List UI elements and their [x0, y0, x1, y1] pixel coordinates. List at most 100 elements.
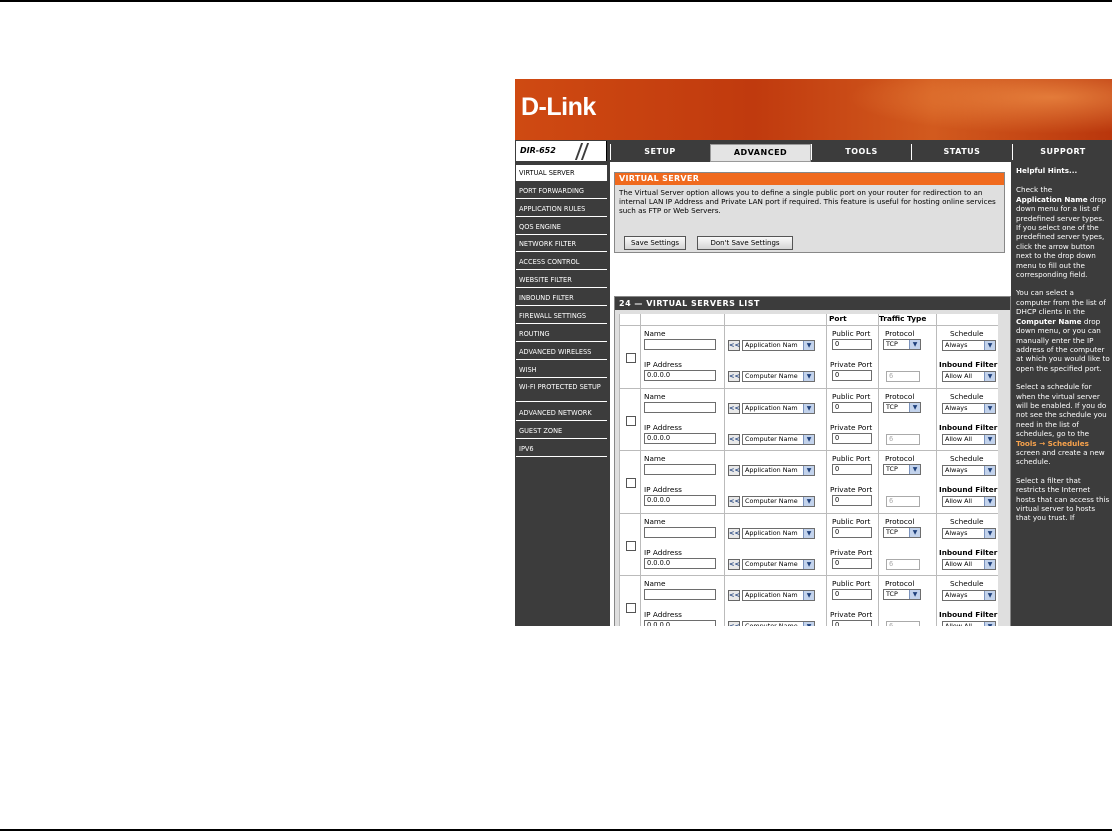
- ip-address-input[interactable]: 0.0.0.0: [644, 495, 716, 506]
- list-title: 24 — VIRTUAL SERVERS LIST: [615, 297, 1010, 310]
- sidebar-item-network-filter[interactable]: NETWORK FILTER: [516, 236, 607, 252]
- sidebar-item-application-rules[interactable]: APPLICATION RULES: [516, 201, 607, 217]
- row-enable-checkbox[interactable]: [626, 353, 636, 363]
- schedule-select[interactable]: Always ▼: [942, 340, 996, 351]
- name-label: Name: [644, 391, 666, 401]
- app-name-arrow-button[interactable]: <<: [728, 340, 740, 351]
- inbound-filter-select[interactable]: Allow All ▼: [942, 496, 996, 507]
- sidebar-item-guest-zone[interactable]: GUEST ZONE: [516, 423, 607, 439]
- name-input[interactable]: [644, 526, 716, 538]
- column-divider: [724, 314, 725, 626]
- tab-setup[interactable]: SETUP: [610, 144, 709, 160]
- computer-name-arrow-button[interactable]: <<: [728, 621, 740, 626]
- ip-address-input[interactable]: 0.0.0.0: [644, 432, 716, 444]
- private-port-input[interactable]: 0: [832, 620, 872, 626]
- sidebar-item-access-control[interactable]: ACCESS CONTROL: [516, 254, 607, 270]
- banner-swoosh: [812, 79, 1112, 140]
- private-port-input[interactable]: 0: [832, 370, 872, 381]
- sidebar-item-advanced-network[interactable]: ADVANCED NETWORK: [516, 405, 607, 421]
- tools-schedules-link[interactable]: Tools → Schedules: [1016, 439, 1089, 448]
- protocol-select[interactable]: TCP ▼: [883, 589, 921, 600]
- inbound-filter-select[interactable]: Allow All ▼: [942, 371, 996, 382]
- private-port-input[interactable]: 0: [832, 557, 872, 569]
- application-name-select[interactable]: Application Nam ▼: [742, 590, 815, 601]
- public-port-input[interactable]: 0: [832, 589, 872, 600]
- schedule-select[interactable]: Always ▼: [942, 590, 996, 601]
- computer-name-arrow-button[interactable]: <<: [728, 496, 740, 507]
- schedule-select[interactable]: Always ▼: [942, 402, 996, 414]
- public-port-input[interactable]: 0: [832, 464, 872, 475]
- sidebar-item-website-filter[interactable]: WEBSITE FILTER: [516, 272, 607, 288]
- hint-inbound-filter: Select a filter that restricts the Inter…: [1016, 475, 1110, 523]
- column-divider: [640, 314, 641, 626]
- tab-advanced[interactable]: ADVANCED: [710, 144, 811, 162]
- schedule-select[interactable]: Always ▼: [942, 465, 996, 476]
- inbound-filter-select[interactable]: Allow All ▼: [942, 433, 996, 445]
- sidebar-item-wish[interactable]: WISH: [516, 362, 607, 378]
- name-input[interactable]: [644, 401, 716, 413]
- sidebar-item-qos-engine[interactable]: QOS ENGINE: [516, 219, 607, 235]
- computer-name-arrow-button[interactable]: <<: [728, 433, 740, 445]
- sidebar: VIRTUAL SERVER PORT FORWARDING APPLICATI…: [515, 162, 608, 626]
- inbound-filter-select[interactable]: Allow All ▼: [942, 621, 996, 626]
- name-input[interactable]: [644, 589, 716, 600]
- name-input[interactable]: [644, 464, 716, 475]
- protocol-select[interactable]: TCP ▼: [883, 464, 921, 475]
- computer-name-select[interactable]: Computer Name ▼: [742, 621, 815, 626]
- sidebar-item-advanced-wireless[interactable]: ADVANCED WIRELESS: [516, 344, 607, 360]
- application-name-select[interactable]: Application Nam ▼: [742, 340, 815, 351]
- computer-name-arrow-button[interactable]: <<: [728, 371, 740, 382]
- sidebar-item-port-forwarding[interactable]: PORT FORWARDING: [516, 183, 607, 199]
- name-label: Name: [644, 579, 666, 588]
- computer-name-value: Computer Name: [745, 559, 798, 568]
- sidebar-item-wifi-protected-setup[interactable]: WI-FI PROTECTED SETUP: [516, 380, 607, 402]
- row-enable-checkbox[interactable]: [626, 540, 636, 551]
- protocol-select[interactable]: TCP ▼: [883, 339, 921, 350]
- ip-address-input[interactable]: 0.0.0.0: [644, 620, 716, 626]
- ip-address-input[interactable]: 0.0.0.0: [644, 557, 716, 569]
- sidebar-item-routing[interactable]: ROUTING: [516, 326, 607, 342]
- schedule-select[interactable]: Always ▼: [942, 527, 996, 539]
- row-enable-checkbox[interactable]: [626, 478, 636, 488]
- sidebar-item-virtual-server[interactable]: VIRTUAL SERVER: [516, 165, 607, 181]
- save-settings-button[interactable]: Save Settings: [624, 236, 686, 250]
- sidebar-item-inbound-filter[interactable]: INBOUND FILTER: [516, 290, 607, 306]
- protocol-select[interactable]: TCP ▼: [883, 401, 921, 413]
- row-enable-checkbox[interactable]: [626, 415, 636, 426]
- app-name-arrow-button[interactable]: <<: [728, 590, 740, 601]
- computer-name-select[interactable]: Computer Name ▼: [742, 558, 815, 570]
- public-port-input[interactable]: 0: [832, 339, 872, 350]
- tab-tools[interactable]: TOOLS: [811, 144, 911, 160]
- row-divider: [620, 325, 998, 326]
- dont-save-settings-button[interactable]: Don't Save Settings: [697, 236, 793, 250]
- row-enable-checkbox[interactable]: [626, 603, 636, 613]
- computer-name-select[interactable]: Computer Name ▼: [742, 433, 815, 445]
- private-port-input[interactable]: 0: [832, 495, 872, 506]
- tab-support[interactable]: SUPPORT: [1012, 144, 1112, 160]
- app-name-arrow-button[interactable]: <<: [728, 527, 740, 539]
- chevron-down-icon: ▼: [803, 559, 814, 569]
- ip-address-label: IP Address: [644, 360, 682, 369]
- sidebar-item-firewall-settings[interactable]: FIREWALL SETTINGS: [516, 308, 607, 324]
- computer-name-select[interactable]: Computer Name ▼: [742, 496, 815, 507]
- application-name-select[interactable]: Application Nam ▼: [742, 527, 815, 539]
- app-name-arrow-button[interactable]: <<: [728, 402, 740, 414]
- public-port-input[interactable]: 0: [832, 526, 872, 538]
- sidebar-item-ipv6[interactable]: IPV6: [516, 441, 607, 457]
- tab-status[interactable]: STATUS: [911, 144, 1012, 160]
- router-admin-screenshot: D-Link DIR-652 SETUP ADVANCED TOOLS STAT…: [515, 79, 1112, 626]
- private-port-input[interactable]: 0: [832, 432, 872, 444]
- chevron-down-icon: ▼: [909, 340, 920, 349]
- protocol-select[interactable]: TCP ▼: [883, 526, 921, 538]
- inbound-filter-select[interactable]: Allow All ▼: [942, 558, 996, 570]
- name-input[interactable]: [644, 339, 716, 350]
- ip-address-input[interactable]: 0.0.0.0: [644, 370, 716, 381]
- public-port-input[interactable]: 0: [832, 401, 872, 413]
- application-name-select[interactable]: Application Nam ▼: [742, 465, 815, 476]
- computer-name-select[interactable]: Computer Name ▼: [742, 371, 815, 382]
- application-name-select[interactable]: Application Nam ▼: [742, 402, 815, 414]
- chevron-down-icon: ▼: [803, 497, 814, 506]
- computer-name-arrow-button[interactable]: <<: [728, 558, 740, 570]
- app-name-arrow-button[interactable]: <<: [728, 465, 740, 476]
- schedule-label: Schedule: [950, 329, 984, 338]
